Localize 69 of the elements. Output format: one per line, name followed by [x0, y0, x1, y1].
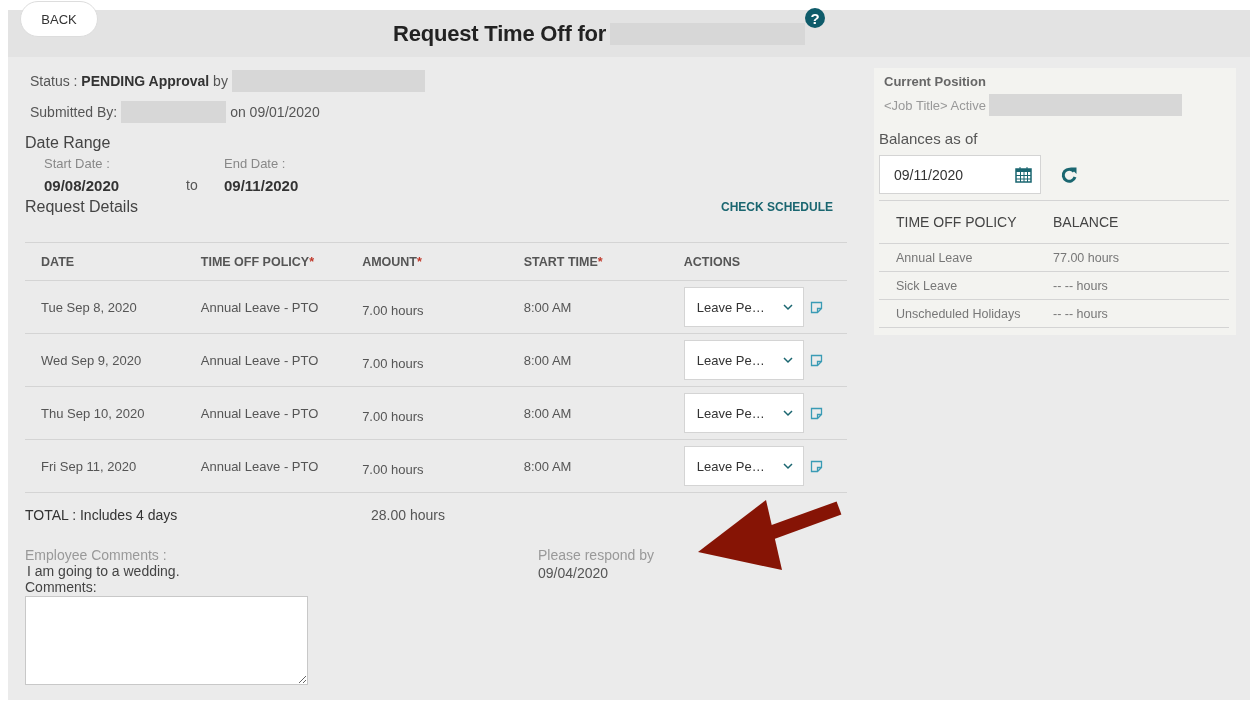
table-cell: 8:00 AM — [523, 439, 684, 493]
column-header: START TIME* — [523, 242, 684, 281]
check-schedule-link[interactable]: CHECK SCHEDULE — [721, 200, 833, 214]
table-cell: -- -- hours — [1053, 271, 1229, 300]
position-text: <Job Title> Active — [884, 97, 986, 113]
note-icon[interactable] — [809, 353, 823, 367]
status-text: Status : PENDING Approval by — [30, 73, 228, 89]
table-cell: Annual Leave - PTO — [200, 280, 363, 334]
chevron-down-icon — [782, 462, 793, 470]
table-cell: Tue Sep 8, 2020 — [25, 280, 201, 334]
table-cell: 7.00 hours — [362, 439, 524, 493]
back-button[interactable]: BACK — [20, 1, 98, 37]
table-cell: Fri Sep 11, 2020 — [25, 439, 201, 493]
help-icon[interactable]: ? — [805, 8, 826, 28]
balances-label: Balances as of — [879, 130, 979, 147]
table-cell: Wed Sep 9, 2020 — [25, 333, 201, 387]
column-header: AMOUNT* — [362, 242, 524, 281]
table-cell: Annual Leave - PTO — [200, 333, 363, 387]
chevron-down-icon — [782, 303, 793, 311]
refresh-icon[interactable] — [1060, 165, 1078, 184]
action-dropdown[interactable]: Leave Pe… — [683, 287, 804, 327]
column-header: TIME OFF POLICY — [879, 200, 1053, 244]
range-separator: to — [186, 177, 199, 194]
column-header: ACTIONS — [683, 242, 847, 281]
card-heading: Current Position — [884, 74, 987, 89]
table-cell: Annual Leave — [879, 243, 1053, 272]
total-amount: 28.00 hours — [371, 507, 445, 523]
respond-by-label: Please respond by — [538, 547, 655, 563]
chevron-down-icon — [782, 356, 793, 364]
section-heading: Date Range — [25, 134, 111, 151]
table-cell: Annual Leave - PTO — [200, 386, 363, 440]
action-dropdown[interactable]: Leave Pe… — [683, 393, 804, 433]
table-cell: 7.00 hours — [362, 333, 524, 387]
comments-field[interactable] — [25, 596, 308, 685]
start-date-label: Start Date : — [44, 156, 111, 171]
date-field[interactable]: 09/11/2020 — [879, 155, 1041, 194]
action-dropdown[interactable]: Leave Pe… — [683, 446, 804, 486]
table-cell: Sick Leave — [879, 271, 1053, 300]
end-date-label: End Date : — [224, 156, 287, 171]
column-header: DATE — [25, 242, 201, 281]
employee-comment: I am going to a wedding. — [27, 563, 181, 579]
table-cell: Annual Leave - PTO — [200, 439, 363, 493]
table-cell: 8:00 AM — [523, 280, 684, 334]
table-cell: -- -- hours — [1053, 299, 1229, 328]
start-date: 09/08/2020 — [44, 177, 121, 194]
calendar-icon[interactable] — [1015, 166, 1032, 183]
respond-by-date: 09/04/2020 — [538, 565, 610, 581]
page-title: Request Time Off for — [393, 20, 607, 47]
table-cell: 7.00 hours — [362, 386, 524, 440]
table-cell: Thu Sep 10, 2020 — [25, 386, 201, 440]
table-cell: 7.00 hours — [362, 280, 524, 334]
note-icon[interactable] — [809, 459, 823, 473]
section-heading: Request Details — [25, 198, 138, 216]
submitted-date: on 09/01/2020 — [230, 104, 320, 120]
table-cell: Unscheduled Holidays — [879, 299, 1053, 328]
end-date: 09/11/2020 — [224, 177, 300, 194]
table-cell: 77.00 hours — [1053, 243, 1229, 272]
table-cell: 8:00 AM — [523, 333, 684, 387]
note-icon[interactable] — [809, 300, 823, 314]
column-header: BALANCE — [1053, 200, 1229, 244]
note-icon[interactable] — [809, 406, 823, 420]
table-cell: 8:00 AM — [523, 386, 684, 440]
action-dropdown[interactable]: Leave Pe… — [683, 340, 804, 380]
employee-comments-label: Employee Comments : — [25, 547, 168, 563]
comments-label: Comments: — [25, 579, 98, 595]
submitted-label: Submitted By: — [30, 104, 118, 120]
chevron-down-icon — [782, 409, 793, 417]
total-text: TOTAL : Includes 4 days — [25, 507, 179, 523]
column-header: TIME OFF POLICY* — [200, 242, 363, 281]
